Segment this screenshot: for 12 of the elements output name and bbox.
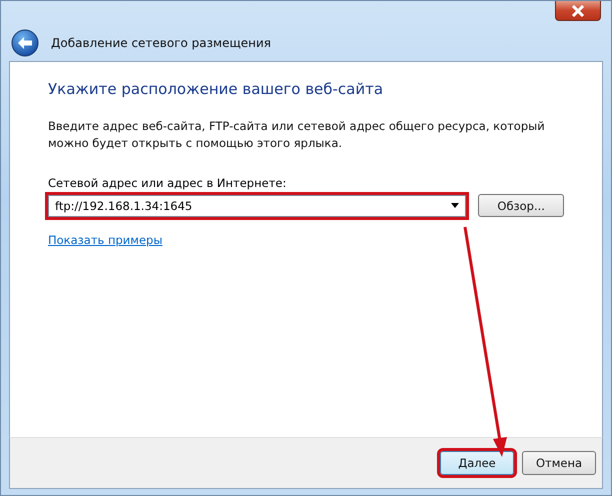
close-button[interactable] <box>555 1 601 21</box>
close-icon <box>571 4 585 16</box>
window-title: Добавление сетевого размещения <box>51 36 272 50</box>
next-button[interactable]: Далее <box>440 451 514 475</box>
back-button[interactable] <box>11 29 39 57</box>
browse-button[interactable]: Обзор... <box>478 194 564 217</box>
cancel-button[interactable]: Отмена <box>522 451 596 475</box>
show-examples-link[interactable]: Показать примеры <box>48 233 162 247</box>
dropdown-caret-icon <box>451 203 460 208</box>
field-label: Сетевой адрес или адрес в Интернете: <box>48 176 288 190</box>
description-text: Введите адрес веб-сайта, FTP-сайта или сетевой адрес общего ресурса, который можно будет открыть с помощью этого ярлыка. <box>48 118 546 152</box>
page-heading: Укажите расположение вашего веб-сайта <box>48 80 384 98</box>
